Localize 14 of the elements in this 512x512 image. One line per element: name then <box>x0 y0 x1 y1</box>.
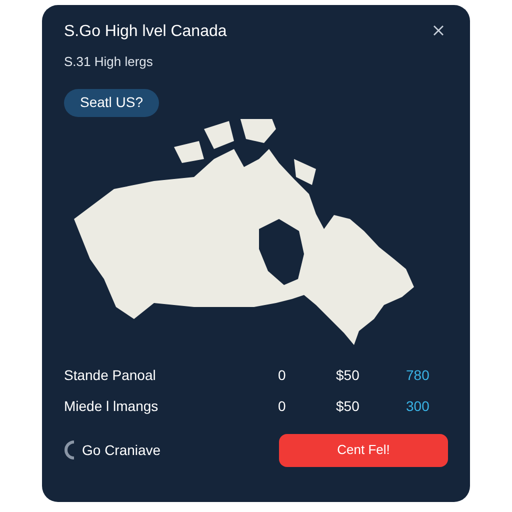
pill-button[interactable]: Seatl US? <box>64 88 160 116</box>
table-cell-text: 0 <box>278 396 287 416</box>
close-icon[interactable] <box>433 25 444 36</box>
primary-button[interactable]: Cent Fel! <box>279 434 448 466</box>
dialog-subtitle: S.31 High lergs <box>64 53 154 71</box>
table-cell-text: 0 <box>278 366 287 384</box>
table-cell-text: 300 <box>406 396 430 416</box>
dialog-title: S.Go High lvel Canada <box>64 22 227 42</box>
table-cell-text: 780 <box>406 366 430 384</box>
row-label: Miede l lmangs <box>64 396 160 416</box>
table-cell-text: $50 <box>336 366 360 384</box>
link[interactable]: Go Craniave <box>82 440 161 460</box>
table-cell-text: $50 <box>336 396 360 416</box>
row-label: Stande Panoal <box>64 366 157 384</box>
